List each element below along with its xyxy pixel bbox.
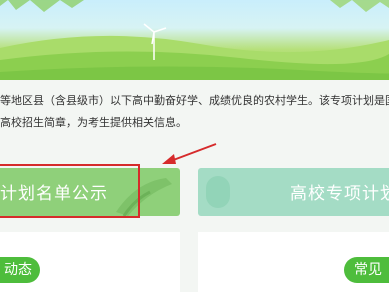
- intro-line-1: 等地区县（含县级市）以下高中勤奋好学、成绩优良的农村学生。该专项计划是国: [0, 94, 389, 107]
- intro-text: 等地区县（含县级市）以下高中勤奋好学、成绩优良的农村学生。该专项计划是国 高校招…: [0, 90, 389, 134]
- intro-line-2: 高校招生简章，为考生提供相关信息。: [0, 116, 187, 129]
- landscape-illustration: [0, 0, 389, 80]
- banner-image: [0, 0, 389, 80]
- annotation-highlight-box: [0, 164, 140, 218]
- news-section-tab[interactable]: 动态: [0, 257, 40, 283]
- college-special-plan-card-label: 高校专项计划: [290, 184, 389, 204]
- faq-section-tab[interactable]: 常见: [344, 257, 389, 283]
- card-decoration: [206, 176, 230, 208]
- college-special-plan-card[interactable]: 高校专项计划: [198, 168, 389, 216]
- annotation-arrow-icon: [162, 143, 217, 164]
